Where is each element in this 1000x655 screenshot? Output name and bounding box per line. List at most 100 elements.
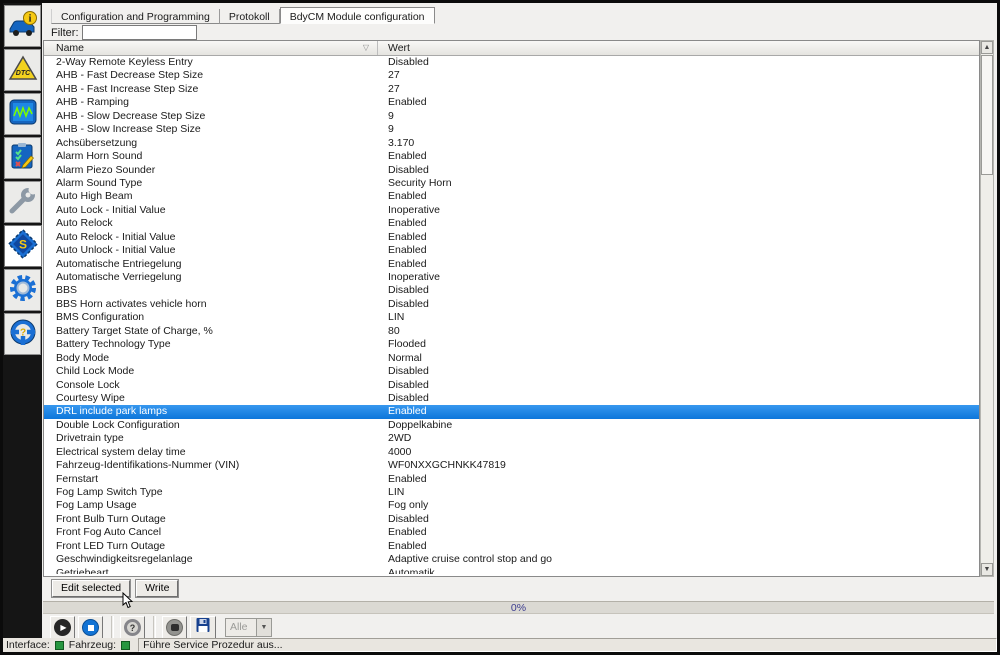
row-value-cell: Enabled: [378, 473, 979, 486]
sidebar-item-settings[interactable]: [4, 269, 41, 311]
tab-bdycm-module-configuration[interactable]: BdyCM Module configuration: [280, 7, 435, 24]
filter-input[interactable]: [82, 25, 197, 40]
table-row[interactable]: Front LED Turn Outage Enabled: [44, 540, 979, 553]
table-row[interactable]: Auto Relock Enabled: [44, 217, 979, 230]
table-row[interactable]: Front Bulb Turn Outage Disabled: [44, 513, 979, 526]
table-row[interactable]: 2-Way Remote Keyless Entry Disabled: [44, 56, 979, 69]
table-row[interactable]: Auto Relock - Initial Value Enabled: [44, 231, 979, 244]
row-name-cell: AHB - Fast Decrease Step Size: [44, 69, 378, 82]
table-row[interactable]: Auto Unlock - Initial Value Enabled: [44, 244, 979, 257]
scroll-down-button[interactable]: ▼: [981, 563, 993, 576]
row-value-cell: LIN: [378, 311, 979, 324]
table-row[interactable]: Geschwindigkeitsregelanlage Adaptive cru…: [44, 553, 979, 566]
table-row[interactable]: Courtesy Wipe Disabled: [44, 392, 979, 405]
table-row[interactable]: Automatische Entriegelung Enabled: [44, 258, 979, 271]
table-row[interactable]: Front Fog Auto Cancel Enabled: [44, 526, 979, 539]
table-row[interactable]: Child Lock Mode Disabled: [44, 365, 979, 378]
table-row[interactable]: BBS Horn activates vehicle horn Disabled: [44, 298, 979, 311]
table-row[interactable]: Fog Lamp Usage Fog only: [44, 499, 979, 512]
row-value-cell: LIN: [378, 486, 979, 499]
table-row[interactable]: Alarm Horn Sound Enabled: [44, 150, 979, 163]
table-row[interactable]: AHB - Slow Decrease Step Size 9: [44, 110, 979, 123]
start-service-button[interactable]: ▶: [50, 616, 75, 639]
table-row[interactable]: AHB - Fast Increase Step Size 27: [44, 83, 979, 96]
stop-icon: [82, 619, 99, 636]
row-value-cell: Disabled: [378, 298, 979, 311]
table-row[interactable]: Battery Technology Type Flooded: [44, 338, 979, 351]
column-header-wert[interactable]: Wert: [378, 41, 979, 55]
sidebar-item-tests[interactable]: [4, 137, 41, 179]
row-name-cell: Auto Unlock - Initial Value: [44, 244, 378, 257]
table-row[interactable]: Double Lock Configuration Doppelkabine: [44, 419, 979, 432]
row-name-cell: AHB - Fast Increase Step Size: [44, 83, 378, 96]
table-row[interactable]: AHB - Ramping Enabled: [44, 96, 979, 109]
row-value-cell: 80: [378, 325, 979, 338]
table-row[interactable]: Auto High Beam Enabled: [44, 190, 979, 203]
row-name-cell: Drivetrain type: [44, 432, 378, 445]
row-name-cell: Body Mode: [44, 352, 378, 365]
row-value-cell: Disabled: [378, 513, 979, 526]
scroll-up-button[interactable]: ▲: [981, 41, 993, 54]
table-row[interactable]: BMS Configuration LIN: [44, 311, 979, 324]
row-name-cell: Automatische Entriegelung: [44, 258, 378, 271]
row-value-cell: Fog only: [378, 499, 979, 512]
table-row[interactable]: Getriebeart Automatik: [44, 567, 979, 574]
action-button-row: Edit selected Write: [52, 580, 178, 597]
oscilloscope-icon: [8, 98, 38, 131]
table-row[interactable]: DRL include park lamps Enabled: [44, 405, 979, 418]
table-row[interactable]: Auto Lock - Initial Value Inoperative: [44, 204, 979, 217]
save-button[interactable]: [190, 616, 216, 639]
row-value-cell: 27: [378, 83, 979, 96]
row-value-cell: 3.170: [378, 137, 979, 150]
tab-protokoll[interactable]: Protokoll: [220, 9, 280, 24]
row-name-cell: Courtesy Wipe: [44, 392, 378, 405]
sidebar-item-oscilloscope[interactable]: [4, 93, 41, 135]
svg-text:i: i: [28, 13, 31, 24]
table-row[interactable]: Fahrzeug-Identifikations-Nummer (VIN) WF…: [44, 459, 979, 472]
table-row[interactable]: Alarm Piezo Sounder Disabled: [44, 164, 979, 177]
table-row[interactable]: Fernstart Enabled: [44, 473, 979, 486]
row-name-cell: Front LED Turn Outage: [44, 540, 378, 553]
column-header-name[interactable]: Name ▽: [44, 41, 378, 55]
table-row[interactable]: Alarm Sound Type Security Horn: [44, 177, 979, 190]
edit-selected-button[interactable]: Edit selected: [52, 580, 130, 597]
tab-configuration-and-programming[interactable]: Configuration and Programming: [51, 9, 220, 24]
table-row[interactable]: Fog Lamp Switch Type LIN: [44, 486, 979, 499]
sidebar-item-service[interactable]: [4, 181, 41, 223]
row-name-cell: BBS Horn activates vehicle horn: [44, 298, 378, 311]
row-value-cell: Disabled: [378, 392, 979, 405]
table-row[interactable]: AHB - Slow Increase Step Size 9: [44, 123, 979, 136]
vertical-scrollbar[interactable]: ▲ ▼: [980, 40, 994, 577]
row-name-cell: Alarm Sound Type: [44, 177, 378, 190]
sort-icon[interactable]: ▽: [363, 43, 369, 52]
stop-service-button[interactable]: [78, 616, 103, 639]
table-row[interactable]: BBS Disabled: [44, 284, 979, 297]
sidebar-item-vehicle-info[interactable]: i: [4, 5, 41, 47]
profile-dropdown[interactable]: Alle ▼: [225, 618, 272, 637]
table-row[interactable]: Console Lock Disabled: [44, 379, 979, 392]
test-procedure-button[interactable]: ?: [120, 616, 145, 639]
table-row[interactable]: Achsübersetzung 3.170: [44, 137, 979, 150]
row-value-cell: Enabled: [378, 217, 979, 230]
scrollbar-thumb[interactable]: [981, 55, 993, 175]
sidebar-item-configuration[interactable]: S: [4, 225, 42, 267]
row-value-cell: Disabled: [378, 365, 979, 378]
toolbar-separator: [111, 616, 114, 639]
main-panel: Configuration and Programming Protokoll …: [42, 3, 997, 638]
chip-icon: S: [7, 229, 39, 264]
row-name-cell: BBS: [44, 284, 378, 297]
sidebar-item-dtc[interactable]: DTC: [4, 49, 41, 91]
toolbar-separator: [153, 616, 156, 639]
row-value-cell: 4000: [378, 446, 979, 459]
table-row[interactable]: Drivetrain type 2WD: [44, 432, 979, 445]
table-row[interactable]: Electrical system delay time 4000: [44, 446, 979, 459]
row-value-cell: Disabled: [378, 284, 979, 297]
sidebar-item-help[interactable]: ?: [4, 313, 41, 355]
table-row[interactable]: AHB - Fast Decrease Step Size 27: [44, 69, 979, 82]
table-row[interactable]: Battery Target State of Charge, % 80: [44, 325, 979, 338]
write-button[interactable]: Write: [136, 580, 178, 597]
table-row[interactable]: Automatische Verriegelung Inoperative: [44, 271, 979, 284]
module-snapshot-button[interactable]: [162, 616, 187, 639]
table-row[interactable]: Body Mode Normal: [44, 352, 979, 365]
row-name-cell: Battery Technology Type: [44, 338, 378, 351]
